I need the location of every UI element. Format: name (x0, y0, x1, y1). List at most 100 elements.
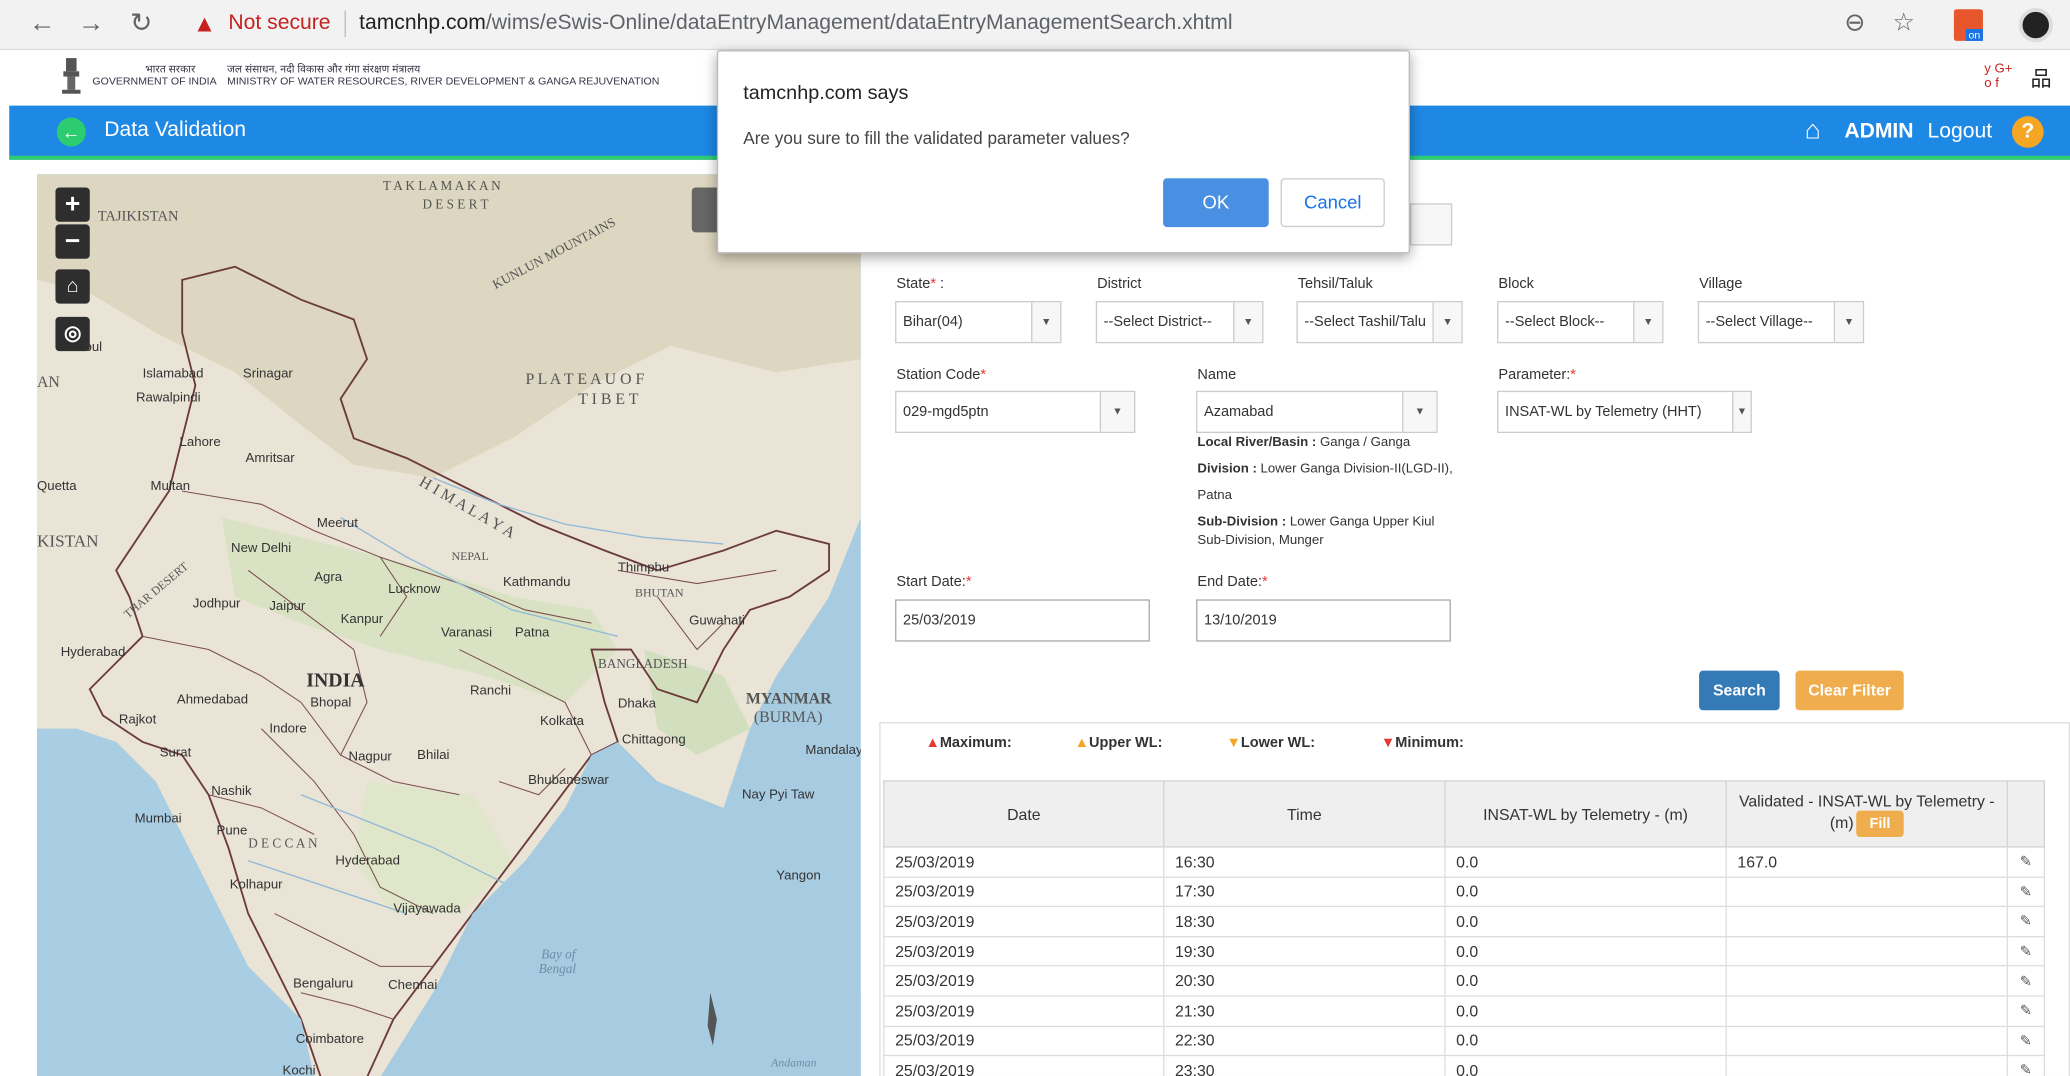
cell-date: 25/03/2019 (883, 995, 1165, 1027)
reload-icon[interactable]: ↻ (125, 8, 157, 40)
edit-pencil-icon[interactable]: ✎ (2006, 905, 2045, 938)
search-button[interactable]: Search (1699, 670, 1780, 711)
chevron-down-icon: ▼ (1732, 392, 1751, 432)
table-row: 25/03/2019 21:30 0.0 ✎ (883, 995, 2045, 1027)
edit-pencil-icon[interactable]: ✎ (2006, 935, 2045, 967)
map-city: Nashik (211, 784, 252, 799)
browser-toolbar: ← → ↻ ▲ Not secure tamcnhp.com/wims/eSwi… (0, 0, 2070, 51)
forward-arrow-icon[interactable]: → (75, 8, 107, 40)
station-value: 029-mgd5ptn (903, 403, 989, 420)
ministry-hindi: जल संसाधन, नदी विकास और गंगा संरक्षण मंत… (227, 63, 421, 76)
header-time[interactable]: Time (1163, 780, 1446, 848)
block-label: Block (1498, 275, 1534, 292)
gov-of-india: भारत सरकार GOVERNMENT OF INDIA (92, 63, 216, 87)
table-header-row: Date Time INSAT-WL by Telemetry - (m) Va… (883, 780, 2045, 848)
cell-validated[interactable] (1725, 1025, 2009, 1057)
cell-time: 22:30 (1163, 1025, 1446, 1057)
zoom-in-button[interactable]: + (55, 187, 90, 222)
ok-button[interactable]: OK (1163, 178, 1269, 228)
tehsil-select[interactable]: --Select Tashil/Talu ▼ (1296, 301, 1463, 344)
zoom-icon[interactable]: ⊖ (1839, 8, 1871, 40)
legend-upper: ▲Upper WL: (1075, 735, 1163, 751)
cell-validated[interactable] (1725, 905, 2009, 938)
cancel-button[interactable]: Cancel (1280, 178, 1385, 228)
table-row: 25/03/2019 22:30 0.0 ✎ (883, 1025, 2045, 1057)
cell-validated[interactable]: 167.0 (1725, 846, 2009, 878)
map-city: Coimbatore (295, 1032, 364, 1047)
map-city: Kolhapur (229, 877, 283, 893)
cell-time: 23:30 (1163, 1055, 1446, 1076)
chevron-down-icon: ▼ (1233, 302, 1263, 342)
back-arrow-icon[interactable]: ← (26, 8, 58, 40)
cell-validated[interactable] (1725, 876, 2009, 908)
station-label: Station Code* (896, 367, 987, 383)
chevron-down-icon: ▼ (1432, 302, 1462, 342)
map-city: Patna (514, 625, 550, 641)
start-date-input[interactable]: 25/03/2019 (895, 599, 1150, 642)
table-row: 25/03/2019 19:30 0.0 ✎ (883, 935, 2045, 967)
partially-hidden-select[interactable] (1409, 203, 1453, 246)
fill-button[interactable]: Fill (1856, 809, 1904, 837)
back-circle-icon[interactable]: ← (56, 117, 86, 147)
cell-validated[interactable] (1725, 935, 2009, 967)
extension-icon[interactable]: on (1953, 9, 1983, 41)
edit-pencil-icon[interactable]: ✎ (2006, 995, 2045, 1027)
end-date-input[interactable]: 13/10/2019 (1196, 599, 1451, 642)
district-select[interactable]: --Select District-- ▼ (1095, 301, 1264, 344)
block-value: --Select Block-- (1505, 314, 1605, 331)
social-media-icon[interactable]: y G+ o f (1984, 62, 2012, 91)
subdivision-label: Sub-Division : (1197, 514, 1287, 530)
parameter-select[interactable]: INSAT-WL by Telemetry (HHT) ▼ (1497, 390, 1752, 434)
map-city: Bhopal (310, 695, 352, 711)
zoom-out-button[interactable]: − (55, 224, 90, 259)
map-label-deccan: D E C C A N (248, 837, 318, 852)
url-host: tamcnhp.com (359, 11, 486, 35)
map-label-bengal: Bengal (538, 962, 577, 977)
header-insat[interactable]: INSAT-WL by Telemetry - (m) (1444, 780, 1727, 848)
logout-link[interactable]: Logout (1927, 120, 1992, 144)
name-select[interactable]: Azamabad ▼ (1196, 390, 1438, 434)
map-city: Ahmedabad (176, 693, 249, 708)
cell-validated[interactable] (1725, 965, 2009, 997)
map-label-plateau: P L A T E A U O F (525, 369, 645, 389)
table-row: 25/03/2019 16:30 0.0 167.0 ✎ (883, 846, 2045, 878)
map-city: Bhubaneswar (528, 773, 609, 789)
edit-pencil-icon[interactable]: ✎ (2006, 1025, 2045, 1057)
map-view[interactable]: + − ⌂ ◎ T A K L A M A K A N D E S E R T … (36, 174, 861, 1076)
header-date[interactable]: Date (883, 780, 1165, 848)
profile-avatar[interactable] (2018, 7, 2053, 43)
cell-validated[interactable] (1725, 995, 2009, 1027)
block-select[interactable]: --Select Block-- ▼ (1497, 301, 1664, 344)
map-label-bangladesh: BANGLADESH (598, 657, 688, 672)
legend-upper-label: Upper WL: (1089, 735, 1163, 752)
chevron-down-icon: ▼ (1402, 392, 1437, 432)
edit-pencil-icon[interactable]: ✎ (2006, 1055, 2045, 1076)
edit-pencil-icon[interactable]: ✎ (2006, 846, 2045, 878)
map-city: Mumbai (134, 811, 182, 827)
edit-pencil-icon[interactable]: ✎ (2006, 876, 2045, 908)
legend-lower: ▼Lower WL: (1226, 735, 1315, 751)
chevron-down-icon: ▼ (1031, 302, 1061, 342)
clear-filter-button[interactable]: Clear Filter (1795, 670, 1904, 711)
state-select[interactable]: Bihar(04) ▼ (895, 301, 1062, 344)
cell-value: 0.0 (1444, 965, 1727, 997)
map-city: Bengaluru (293, 976, 354, 992)
cell-time: 21:30 (1163, 995, 1446, 1027)
map-city: Islamabad (142, 367, 204, 382)
table-row: 25/03/2019 18:30 0.0 ✎ (883, 905, 2045, 938)
bookmark-star-icon[interactable]: ☆ (1888, 8, 1920, 40)
sitemap-icon[interactable]: 品 (2030, 61, 2051, 93)
legend-maximum: ▲Maximum: (925, 735, 1011, 751)
map-city: Bhilai (417, 748, 450, 764)
station-select[interactable]: 029-mgd5ptn ▼ (895, 390, 1136, 434)
village-select[interactable]: --Select Village-- ▼ (1697, 301, 1865, 344)
edit-pencil-icon[interactable]: ✎ (2006, 965, 2045, 997)
not-secure-label[interactable]: Not secure (228, 12, 330, 36)
address-bar[interactable]: tamcnhp.com/wims/eSwis-Online/dataEntryM… (359, 12, 1232, 36)
home-icon[interactable]: ⌂ (1805, 116, 1821, 146)
cell-validated[interactable] (1725, 1055, 2009, 1076)
map-home-icon[interactable]: ⌂ (55, 269, 90, 304)
end-date-label: End Date:* (1197, 574, 1268, 591)
help-icon[interactable]: ? (2011, 116, 2044, 148)
cell-time: 20:30 (1163, 965, 1446, 997)
